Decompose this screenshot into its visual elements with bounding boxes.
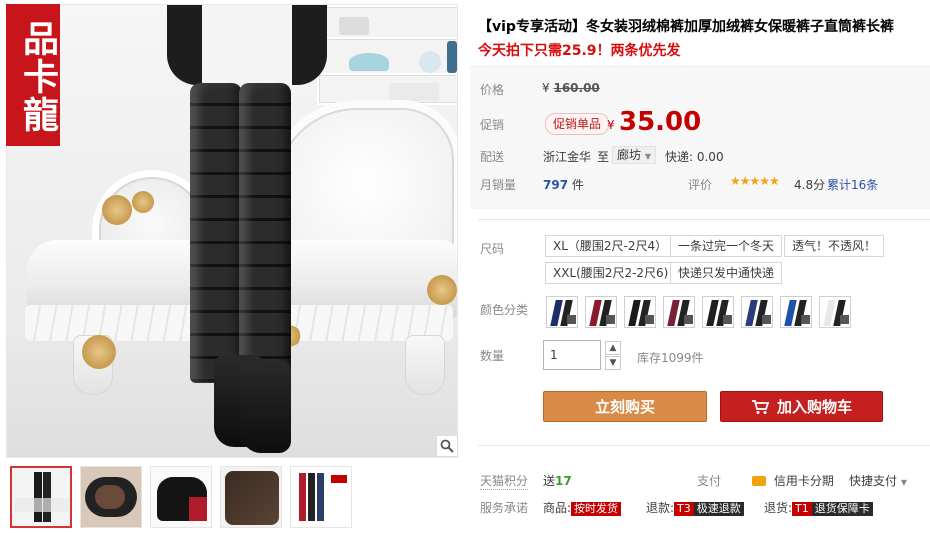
points-label[interactable]: 天猫积分 — [480, 472, 529, 490]
rating-label: 评价 — [688, 178, 713, 192]
express-fee: 快递: 0.00 — [665, 150, 724, 164]
product-title: 【vip专享活动】冬女装羽绒棉裤加厚加绒裤女保暖裤子直筒裤长裤 — [478, 19, 894, 35]
buy-now-button[interactable]: 立刻购买 — [543, 391, 707, 422]
thumbnail[interactable] — [220, 466, 282, 528]
quantity-label: 数量 — [480, 349, 505, 363]
quantity-increase[interactable]: ▲ — [605, 341, 621, 355]
goods-promise: 商品: 按时发货 — [543, 499, 622, 516]
size-option[interactable]: XXL(腰围2尺2-2尺6) — [545, 262, 677, 284]
thumbnail[interactable] — [80, 466, 142, 528]
thumbnail[interactable] — [10, 466, 72, 528]
chevron-down-icon: ▼ — [644, 152, 651, 161]
shipping-label: 配送 — [480, 150, 505, 164]
price-label: 价格 — [480, 83, 505, 97]
cart-icon — [751, 399, 769, 414]
points-value: 送17 — [543, 474, 572, 488]
color-swatch[interactable] — [819, 296, 851, 328]
pay-label: 支付 — [697, 474, 722, 488]
color-swatch[interactable] — [741, 296, 773, 328]
size-option[interactable]: 一条过完一个冬天 — [670, 235, 783, 257]
main-product-image[interactable] — [6, 4, 458, 458]
thumbnail[interactable] — [150, 466, 212, 528]
sales-label: 月销量 — [480, 178, 517, 192]
model-pants-left — [190, 83, 242, 383]
rating-stars: ★★★★★ — [730, 174, 780, 188]
color-swatch[interactable] — [780, 296, 812, 328]
service-label: 服务承诺 — [480, 501, 529, 515]
size-label: 尺码 — [480, 242, 505, 256]
currency-symbol: ¥ — [607, 118, 615, 132]
quick-pay[interactable]: 快捷支付 ▼ — [849, 472, 907, 489]
ship-to-word: 至 — [597, 150, 610, 164]
stock-text: 库存1099件 — [637, 351, 704, 365]
size-option[interactable]: 透气！不透风！ — [784, 235, 885, 257]
product-page: 品卡龍 【vip专享活动】冬女装羽绒棉裤加厚加绒裤女保暖裤子直筒裤长裤 今天拍下… — [0, 0, 930, 533]
current-price: 35.00 — [619, 107, 702, 137]
refund-promise: 退款: T3 极速退款 — [646, 499, 744, 516]
quantity-input[interactable]: 1 — [543, 340, 601, 370]
sales-count: 797 件 — [543, 178, 584, 192]
brand-logo: 品卡龍 — [6, 4, 60, 146]
color-swatch[interactable] — [663, 296, 695, 328]
quantity-decrease[interactable]: ▼ — [605, 356, 621, 370]
search-icon — [440, 439, 454, 453]
thumbnail[interactable] — [290, 466, 352, 528]
background-shelf — [317, 5, 457, 105]
size-option[interactable]: XL（腰围2尺-2尺4） — [545, 235, 676, 257]
zoom-button[interactable] — [436, 435, 458, 457]
color-label: 颜色分类 — [480, 303, 529, 317]
chevron-down-icon: ▼ — [900, 478, 907, 487]
credit-installment[interactable]: 信用卡分期 — [752, 472, 834, 489]
color-swatch[interactable] — [585, 296, 617, 328]
promo-subtitle: 今天拍下只需25.9！两条优先发 — [478, 43, 681, 59]
card-icon — [752, 476, 766, 486]
original-price: ¥ 160.00 — [542, 81, 600, 95]
color-swatch[interactable] — [702, 296, 734, 328]
color-swatch[interactable] — [546, 296, 578, 328]
thumbnail-strip — [10, 466, 352, 528]
size-option[interactable]: 快递只发中通快递 — [670, 262, 783, 284]
review-count-link[interactable]: 累计16条 — [827, 176, 878, 193]
model-jacket — [167, 5, 327, 85]
return-promise: 退货: T1 退货保障卡 — [764, 499, 873, 516]
model-pants-right — [239, 83, 291, 383]
color-swatch[interactable] — [624, 296, 656, 328]
destination-select[interactable]: 廊坊 ▼ — [612, 146, 656, 164]
add-to-cart-button[interactable]: 加入购物车 — [720, 391, 883, 422]
model-boot — [241, 361, 291, 453]
promo-label: 促销 — [480, 118, 505, 132]
ship-from: 浙江金华 — [543, 150, 592, 164]
rating-score: 4.8分 — [794, 178, 826, 192]
promo-tag: 促销单品 — [545, 113, 610, 135]
